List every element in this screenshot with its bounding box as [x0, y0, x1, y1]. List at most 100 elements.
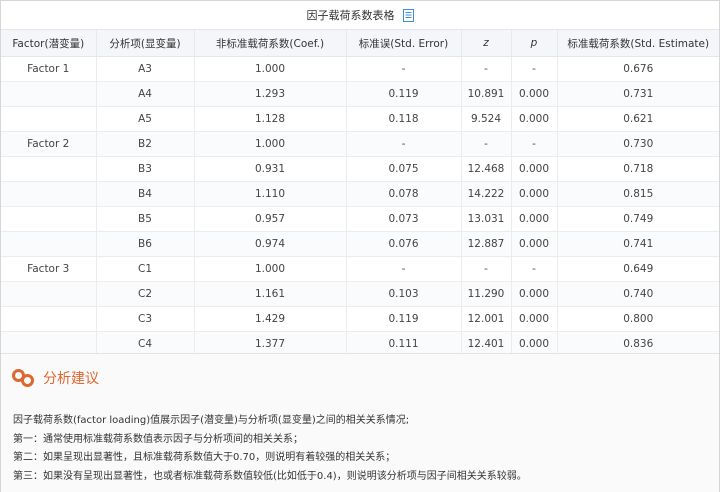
cell-coef: 1.128 — [194, 106, 347, 132]
table-row: A5 1.128 0.118 9.524 0.000 0.621 — [1, 106, 719, 132]
cell-z: - — [461, 131, 512, 157]
cell-item: C3 — [96, 306, 195, 332]
table-body: Factor 1 A3 1.000- - -0.676 A4 1.293 0.119 10.89… — [1, 56, 719, 357]
header-item: 分析项(显变量) — [96, 29, 195, 57]
cell-std-estimate: 0.718 — [557, 156, 719, 182]
cell-z: 9.524 — [461, 106, 512, 132]
cell-factor: Factor 3 — [1, 256, 97, 282]
cell-factor — [1, 106, 97, 132]
advice-line: 第二：如果呈现出显著性，且标准载荷系数值大于0.70，则说明有着较强的相关关系； — [13, 452, 396, 463]
cell-p: - — [511, 256, 558, 282]
cell-std-estimate: 0.815 — [557, 181, 719, 207]
cell-std-error: 0.076 — [346, 231, 462, 257]
cell-item: A3 — [96, 56, 195, 82]
advice-title: 分析建议 — [43, 371, 99, 387]
advice-header: 分析建议 — [11, 368, 99, 388]
cell-std-error: 0.119 — [346, 81, 462, 107]
table-row: Factor 2 B2 1.000- - -0.730 — [1, 131, 719, 157]
cell-coef: 1.161 — [194, 281, 347, 307]
cell-std-estimate: 0.731 — [557, 81, 719, 107]
cell-coef: 0.957 — [194, 206, 347, 232]
cell-z: - — [461, 56, 512, 82]
cell-std-error: - — [346, 131, 462, 157]
table-row: Factor 1 A3 1.000- - -0.676 — [1, 56, 719, 82]
cell-std-error: 0.119 — [346, 306, 462, 332]
copy-table-icon[interactable] — [402, 8, 414, 22]
header-p: p — [511, 29, 558, 57]
table-row: C2 1.161 0.103 11.290 0.000 0.740 — [1, 281, 719, 307]
table-title: 因子载荷系数表格 — [306, 9, 395, 22]
cell-z: - — [461, 256, 512, 282]
cell-std-estimate: 0.649 — [557, 256, 719, 282]
cell-z: 12.468 — [461, 156, 512, 182]
header-std-error: 标准误(Std. Error) — [346, 29, 462, 57]
cell-p: 0.000 — [511, 306, 558, 332]
cell-p: 0.000 — [511, 206, 558, 232]
cell-item: B3 — [96, 156, 195, 182]
cell-item: B6 — [96, 231, 195, 257]
cell-factor: Factor 2 — [1, 131, 97, 157]
cell-std-error: - — [346, 256, 462, 282]
cell-z: 13.031 — [461, 206, 512, 232]
table-row: A4 1.293 0.119 10.891 0.000 0.731 — [1, 81, 719, 107]
cell-std-estimate: 0.621 — [557, 106, 719, 132]
cell-std-estimate: 0.676 — [557, 56, 719, 82]
cell-factor — [1, 206, 97, 232]
cell-factor — [1, 81, 97, 107]
cell-p: 0.000 — [511, 81, 558, 107]
cell-p: 0.000 — [511, 106, 558, 132]
factor-loading-table: Factor(潜变量) 分析项(显变量) 非标准载荷系数(Coef.) 标准误(… — [1, 29, 719, 357]
cell-coef: 1.429 — [194, 306, 347, 332]
header-z: z — [461, 29, 512, 57]
cell-factor — [1, 306, 97, 332]
cell-coef: 1.000 — [194, 56, 347, 82]
cell-std-error: 0.073 — [346, 206, 462, 232]
cell-factor — [1, 156, 97, 182]
cell-coef: 1.000 — [194, 256, 347, 282]
advice-text: 因子载荷系数(factor loading)值展示因子(潜变量)与分析项(显变量… — [13, 412, 527, 486]
cell-coef: 0.931 — [194, 156, 347, 182]
table-title-bar: 因子载荷系数表格 — [1, 1, 719, 29]
cell-factor: Factor 1 — [1, 56, 97, 82]
cell-std-estimate: 0.800 — [557, 306, 719, 332]
cell-p: 0.000 — [511, 181, 558, 207]
table-row: B3 0.931 0.075 12.468 0.000 0.718 — [1, 156, 719, 182]
cell-p: - — [511, 56, 558, 82]
cell-item: B4 — [96, 181, 195, 207]
cell-item: A4 — [96, 81, 195, 107]
cell-std-estimate: 0.741 — [557, 231, 719, 257]
header-coef: 非标准载荷系数(Coef.) — [194, 29, 347, 57]
table-row: Factor 3 C1 1.000- - -0.649 — [1, 256, 719, 282]
cell-coef: 1.110 — [194, 181, 347, 207]
cell-z: 12.001 — [461, 306, 512, 332]
results-panel: 因子载荷系数表格 Factor(潜变量) 分析项(显变量) 非标准载荷系数(Co… — [0, 0, 720, 492]
cell-item: B5 — [96, 206, 195, 232]
cell-std-estimate: 0.730 — [557, 131, 719, 157]
advice-line: 第三：如果没有呈现出显著性，也或者标准载荷系数值较低(比如低于0.4)，则说明该… — [13, 470, 527, 482]
cell-z: 10.891 — [461, 81, 512, 107]
cell-std-error: 0.075 — [346, 156, 462, 182]
cell-coef: 1.293 — [194, 81, 347, 107]
table-row: B5 0.957 0.073 13.031 0.000 0.749 — [1, 206, 719, 232]
cell-p: - — [511, 131, 558, 157]
cell-item: A5 — [96, 106, 195, 132]
cell-std-error: 0.078 — [346, 181, 462, 207]
header-factor: Factor(潜变量) — [1, 29, 97, 57]
link-icon — [11, 368, 35, 388]
cell-coef: 0.974 — [194, 231, 347, 257]
cell-item: B2 — [96, 131, 195, 157]
cell-std-estimate: 0.740 — [557, 281, 719, 307]
cell-item: C2 — [96, 281, 195, 307]
cell-p: 0.000 — [511, 231, 558, 257]
cell-factor — [1, 231, 97, 257]
table-row: B4 1.110 0.078 14.222 0.000 0.815 — [1, 181, 719, 207]
cell-z: 14.222 — [461, 181, 512, 207]
cell-factor — [1, 281, 97, 307]
cell-std-error: 0.103 — [346, 281, 462, 307]
cell-coef: 1.000 — [194, 131, 347, 157]
table-header-row: Factor(潜变量) 分析项(显变量) 非标准载荷系数(Coef.) 标准误(… — [1, 29, 719, 57]
header-std-estimate: 标准载荷系数(Std. Estimate) — [557, 29, 719, 57]
table-row: C3 1.429 0.119 12.001 0.000 0.800 — [1, 306, 719, 332]
cell-item: C1 — [96, 256, 195, 282]
advice-line: 因子载荷系数(factor loading)值展示因子(潜变量)与分析项(显变量… — [13, 415, 410, 426]
